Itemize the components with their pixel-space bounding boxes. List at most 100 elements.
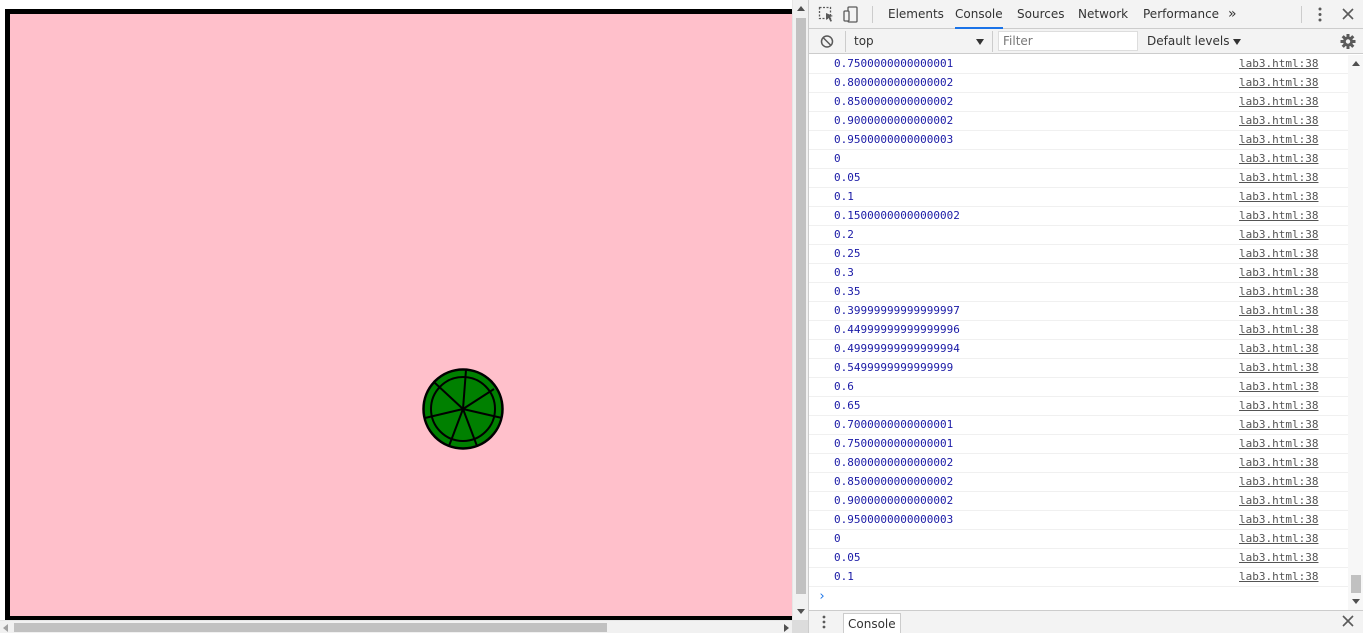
page-horizontal-scroll-thumb[interactable]	[14, 623, 607, 632]
chevron-down-icon	[1233, 38, 1242, 45]
console-source-link[interactable]: lab3.html:38	[1239, 492, 1318, 510]
console-source-link[interactable]: lab3.html:38	[1239, 416, 1318, 434]
scroll-down-arrow-icon[interactable]	[1352, 599, 1360, 604]
console-filter-input[interactable]	[998, 31, 1138, 51]
page-vertical-scrollbar[interactable]	[792, 0, 808, 620]
console-message-row: 0.1 lab3.html:38	[809, 188, 1348, 207]
context-value: top	[854, 34, 874, 48]
console-message-row: 0.1 lab3.html:38	[809, 568, 1348, 587]
console-message-row: 0.9000000000000002 lab3.html:38	[809, 112, 1348, 131]
console-message-value: 0	[834, 152, 841, 165]
console-message-value: 0.9500000000000003	[834, 513, 954, 526]
console-message-row: 0.44999999999999996 lab3.html:38	[809, 321, 1348, 340]
console-source-link[interactable]: lab3.html:38	[1239, 93, 1318, 111]
console-message-value: 0.49999999999999994	[834, 342, 960, 355]
tab-performance[interactable]: Performance	[1143, 0, 1219, 29]
console-source-link[interactable]: lab3.html:38	[1239, 207, 1318, 225]
console-source-link[interactable]: lab3.html:38	[1239, 245, 1318, 263]
console-source-link[interactable]: lab3.html:38	[1239, 131, 1318, 149]
console-message-row: 0.5499999999999999 lab3.html:38	[809, 359, 1348, 378]
console-source-link[interactable]: lab3.html:38	[1239, 397, 1318, 415]
console-message-value: 0.15000000000000002	[834, 209, 960, 222]
console-source-link[interactable]: lab3.html:38	[1239, 340, 1318, 358]
device-toolbar-icon[interactable]	[843, 6, 861, 23]
console-source-link[interactable]: lab3.html:38	[1239, 55, 1318, 73]
console-message-row: 0.8500000000000002 lab3.html:38	[809, 93, 1348, 112]
console-prompt[interactable]: ›	[809, 587, 1348, 609]
console-source-link[interactable]: lab3.html:38	[1239, 169, 1318, 187]
console-message-value: 0.39999999999999997	[834, 304, 960, 317]
console-source-link[interactable]: lab3.html:38	[1239, 188, 1318, 206]
console-scroll-thumb[interactable]	[1351, 575, 1361, 593]
console-message-value: 0.7000000000000001	[834, 418, 954, 431]
devtools-drawer-bar: Console	[809, 610, 1363, 633]
tabbar-separator	[872, 6, 873, 23]
console-source-link[interactable]: lab3.html:38	[1239, 226, 1318, 244]
console-message-value: 0.9500000000000003	[834, 133, 954, 146]
console-source-link[interactable]: lab3.html:38	[1239, 530, 1318, 548]
tab-sources[interactable]: Sources	[1017, 0, 1064, 29]
console-message-value: 0.5499999999999999	[834, 361, 954, 374]
console-message-value: 0.1	[834, 570, 854, 583]
console-source-link[interactable]: lab3.html:38	[1239, 112, 1318, 130]
clear-console-icon[interactable]	[818, 33, 836, 50]
green-spoked-ball	[422, 368, 504, 450]
chevron-down-icon	[976, 39, 984, 45]
inspect-element-icon[interactable]	[818, 6, 836, 23]
console-source-link[interactable]: lab3.html:38	[1239, 359, 1318, 377]
console-message-row: 0.2 lab3.html:38	[809, 226, 1348, 245]
tab-elements[interactable]: Elements	[888, 0, 944, 29]
console-source-link[interactable]: lab3.html:38	[1239, 321, 1318, 339]
console-source-link[interactable]: lab3.html:38	[1239, 150, 1318, 168]
page-horizontal-scrollbar[interactable]	[0, 620, 792, 633]
console-source-link[interactable]: lab3.html:38	[1239, 549, 1318, 567]
console-message-row: 0.39999999999999997 lab3.html:38	[809, 302, 1348, 321]
console-settings-gear-icon[interactable]	[1339, 33, 1357, 50]
scrollbar-corner	[792, 620, 808, 633]
console-message-value: 0.8500000000000002	[834, 95, 954, 108]
tab-console[interactable]: Console	[955, 0, 1003, 29]
console-source-link[interactable]: lab3.html:38	[1239, 473, 1318, 491]
console-source-link[interactable]: lab3.html:38	[1239, 283, 1318, 301]
console-source-link[interactable]: lab3.html:38	[1239, 378, 1318, 396]
screen: Elements Console Sources Network Perform…	[0, 0, 1363, 633]
console-source-link[interactable]: lab3.html:38	[1239, 435, 1318, 453]
close-drawer-icon[interactable]	[1342, 615, 1354, 627]
console-source-link[interactable]: lab3.html:38	[1239, 74, 1318, 92]
log-levels-dropdown[interactable]: Default levels	[1147, 29, 1242, 54]
scroll-up-arrow-icon[interactable]	[1352, 61, 1360, 66]
scroll-down-arrow-icon[interactable]	[797, 609, 805, 614]
console-message-row: 0.9500000000000003 lab3.html:38	[809, 511, 1348, 530]
game-canvas[interactable]	[5, 9, 794, 621]
console-message-row: 0.7500000000000001 lab3.html:38	[809, 55, 1348, 74]
more-tabs-button[interactable]: »	[1228, 0, 1237, 29]
console-message-row: 0.25 lab3.html:38	[809, 245, 1348, 264]
console-source-link[interactable]: lab3.html:38	[1239, 568, 1318, 586]
console-source-link[interactable]: lab3.html:38	[1239, 302, 1318, 320]
console-message-row: 0.15000000000000002 lab3.html:38	[809, 207, 1348, 226]
console-scrollbar[interactable]	[1348, 55, 1363, 610]
close-devtools-icon[interactable]	[1339, 6, 1357, 23]
console-message-value: 0.7500000000000001	[834, 437, 954, 450]
drawer-menu-icon[interactable]	[822, 615, 826, 629]
console-message-value: 0.65	[834, 399, 861, 412]
scroll-up-arrow-icon[interactable]	[797, 6, 805, 11]
scroll-right-arrow-icon[interactable]	[784, 624, 789, 632]
console-source-link[interactable]: lab3.html:38	[1239, 264, 1318, 282]
console-message-row: 0.9000000000000002 lab3.html:38	[809, 492, 1348, 511]
console-message-value: 0.05	[834, 171, 861, 184]
scroll-left-arrow-icon[interactable]	[3, 624, 8, 632]
console-source-link[interactable]: lab3.html:38	[1239, 511, 1318, 529]
page-vertical-scroll-thumb[interactable]	[796, 18, 806, 594]
drawer-tab-console[interactable]: Console	[843, 613, 901, 633]
console-message-value: 0.05	[834, 551, 861, 564]
log-levels-label: Default levels	[1147, 34, 1230, 48]
execution-context-select[interactable]: top	[845, 31, 993, 52]
console-message-row: 0.9500000000000003 lab3.html:38	[809, 131, 1348, 150]
console-message-value: 0.8500000000000002	[834, 475, 954, 488]
console-message-row: 0 lab3.html:38	[809, 150, 1348, 169]
console-messages[interactable]: 0.7500000000000001 lab3.html:38 0.80000000…	[809, 55, 1348, 610]
tab-network[interactable]: Network	[1078, 0, 1128, 29]
kebab-menu-icon[interactable]	[1311, 6, 1329, 23]
console-source-link[interactable]: lab3.html:38	[1239, 454, 1318, 472]
